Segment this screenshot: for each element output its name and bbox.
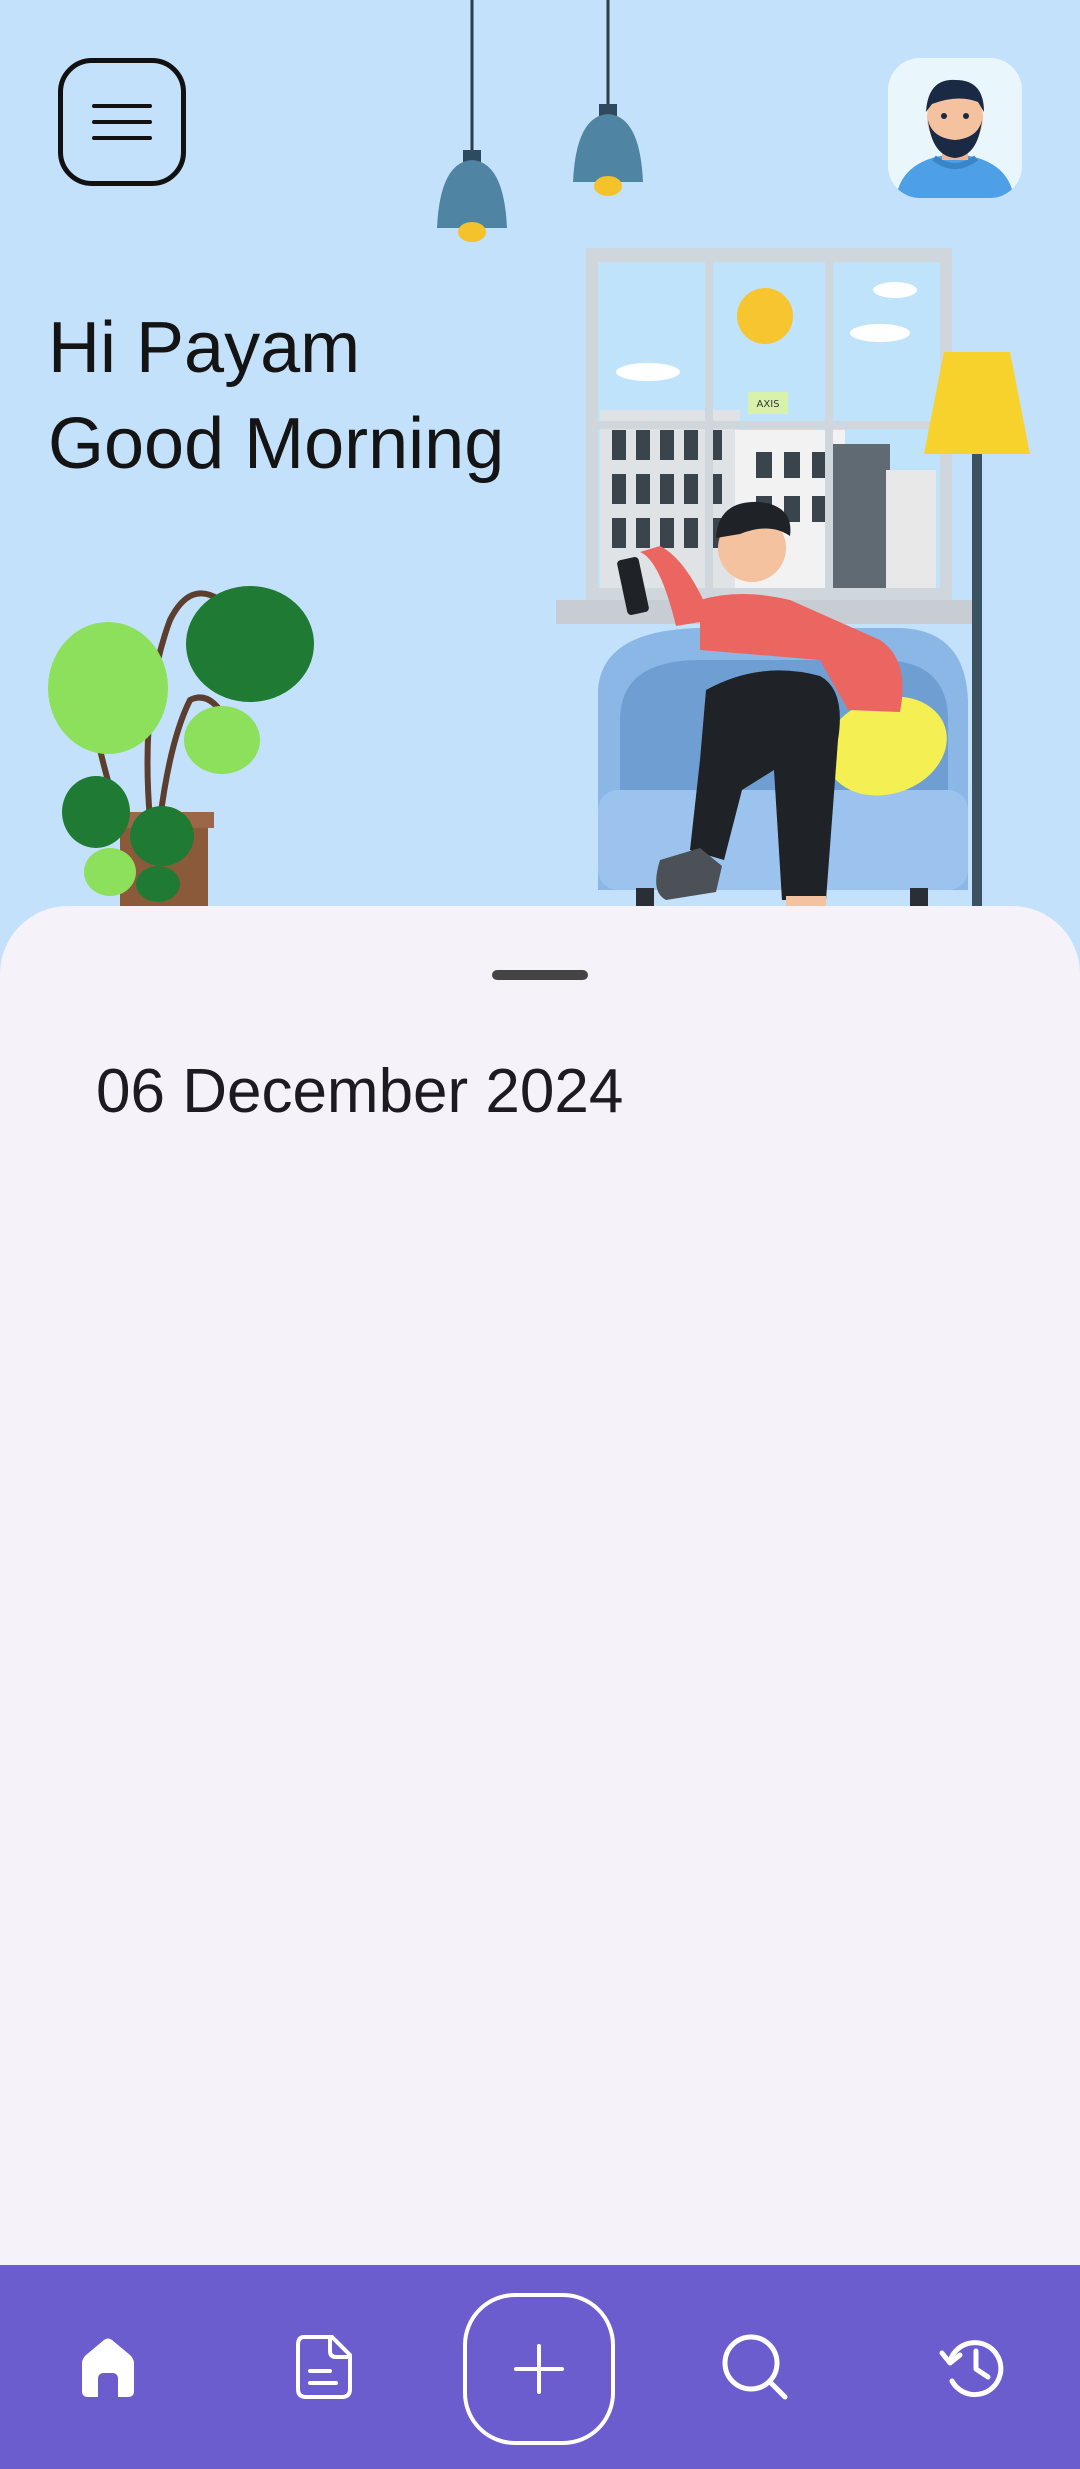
window-sign: AXIS — [757, 399, 780, 410]
nav-home[interactable] — [58, 2317, 158, 2417]
bottom-sheet: 06 December 2024 — [0, 906, 1080, 2266]
greeting-time: Good Morning — [48, 404, 505, 484]
nav-notes[interactable] — [274, 2317, 374, 2417]
greeting-name: Hi Payam — [48, 308, 361, 388]
menu-button[interactable] — [58, 58, 186, 186]
bottom-navigation — [0, 2265, 1080, 2469]
search-icon — [722, 2334, 788, 2400]
history-icon — [939, 2340, 1004, 2398]
home-icon — [82, 2338, 134, 2397]
greeting: Hi Payam Good Morning — [48, 300, 504, 492]
user-avatar[interactable] — [888, 58, 1022, 198]
hero-banner: AXIS Hi Payam Good Morning — [0, 0, 1080, 940]
avatar-icon — [896, 79, 1014, 198]
hamburger-menu-icon — [92, 104, 152, 140]
notes-icon — [296, 2335, 352, 2399]
current-date: 06 December 2024 — [96, 1057, 624, 1126]
nav-history[interactable] — [924, 2317, 1024, 2417]
add-icon — [514, 2344, 564, 2394]
sheet-drag-handle[interactable] — [492, 970, 588, 980]
nav-search[interactable] — [705, 2317, 805, 2417]
add-button[interactable] — [463, 2293, 615, 2445]
